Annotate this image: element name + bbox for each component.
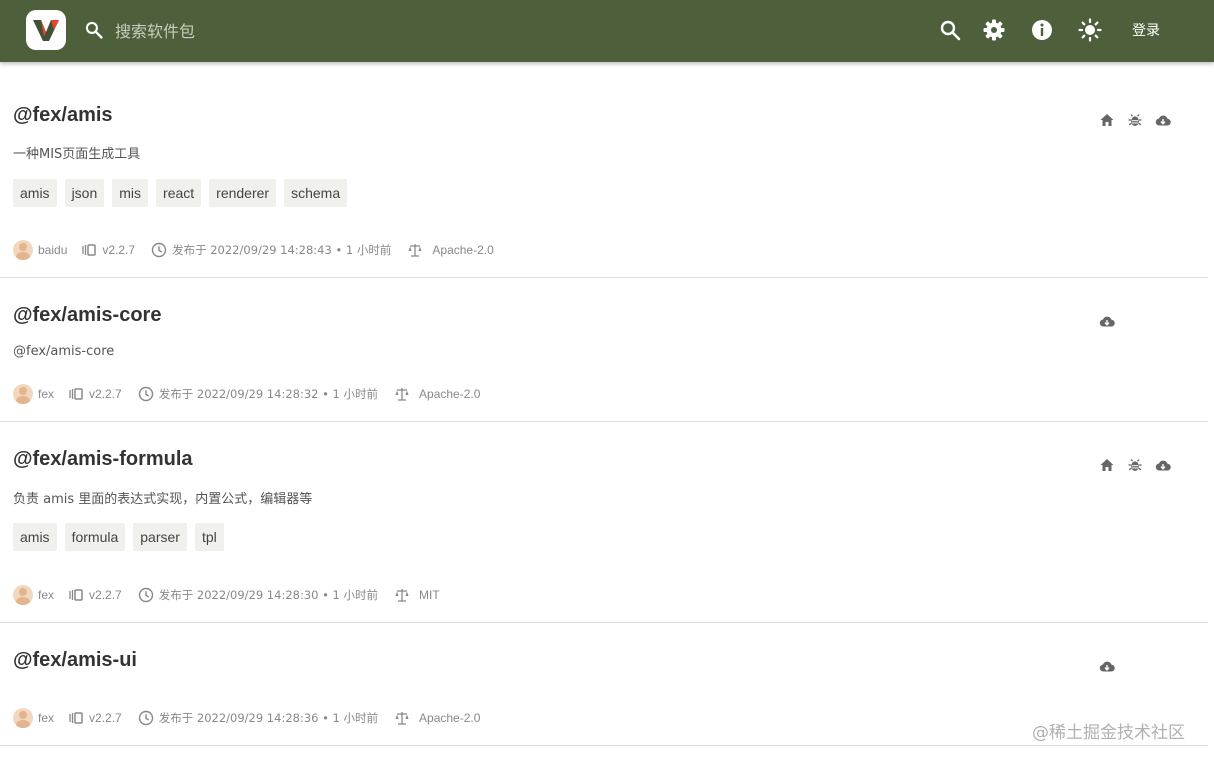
package-license: MIT (419, 588, 440, 602)
settings-gear-icon[interactable] (982, 18, 1006, 42)
clock-icon (138, 710, 153, 726)
cloud-download-icon[interactable] (1155, 112, 1171, 128)
version-icon (69, 589, 83, 601)
author-name[interactable]: baidu (38, 243, 67, 257)
package-description: 一种MIS页面生成工具 (13, 147, 141, 162)
tag-chip[interactable]: schema (284, 179, 348, 207)
verdaccio-logo[interactable] (26, 10, 66, 50)
home-icon[interactable] (1099, 112, 1115, 128)
package-name-link[interactable]: @fex/amis-ui (13, 649, 137, 672)
package-actions (1099, 313, 1115, 329)
avatar (13, 240, 33, 260)
package-list-item: @fex/amis 一种MIS页面生成工具 amis json mis reac… (0, 62, 1208, 278)
author-name[interactable]: fex (38, 588, 54, 602)
login-button[interactable]: 登录 (1120, 17, 1172, 43)
search-icon (85, 21, 103, 39)
package-license: Apache-2.0 (419, 711, 481, 725)
tag-chip[interactable]: renderer (209, 179, 277, 207)
search-icon[interactable] (938, 18, 962, 42)
author-name[interactable]: fex (38, 387, 54, 401)
license-scale-icon (408, 244, 422, 257)
package-actions (1099, 658, 1115, 674)
avatar (13, 384, 33, 404)
version-icon (69, 712, 83, 724)
clock-icon (138, 386, 153, 402)
version-icon (69, 388, 83, 400)
avatar (13, 585, 33, 605)
package-name-link[interactable]: @fex/amis-core (13, 304, 161, 327)
home-icon[interactable] (1099, 457, 1115, 473)
publish-date: 发布于 2022/09/29 14:28:36 • 1 小时前 (158, 711, 379, 725)
tag-chip[interactable]: tpl (194, 523, 224, 551)
tag-chip[interactable]: json (64, 179, 105, 207)
package-version: v2.2.7 (89, 711, 122, 725)
watermark: @稀土掘金技术社区 (1032, 723, 1185, 743)
package-meta: baidu v2.2.7 发布于 2022/09/29 14:28:43 • 1… (13, 240, 494, 260)
package-tags: amis json mis react renderer schema (13, 179, 348, 207)
package-name-link[interactable]: @fex/amis-formula (13, 448, 193, 471)
license-scale-icon (395, 388, 409, 401)
package-list-item: @fex/amis-formula 负责 amis 里面的表达式实现，内置公式，… (0, 422, 1208, 623)
tag-chip[interactable]: amis (13, 179, 57, 207)
author-name[interactable]: fex (38, 711, 54, 725)
cloud-download-icon[interactable] (1099, 313, 1115, 329)
top-app-bar: 登录 (0, 0, 1214, 62)
package-name-link[interactable]: @fex/amis (13, 104, 113, 127)
cloud-download-icon[interactable] (1155, 457, 1171, 473)
license-scale-icon (395, 589, 409, 602)
package-version: v2.2.7 (102, 243, 136, 257)
publish-date: 发布于 2022/09/29 14:28:43 • 1 小时前 (172, 243, 392, 257)
publish-date: 发布于 2022/09/29 14:28:30 • 1 小时前 (158, 588, 379, 602)
cloud-download-icon[interactable] (1099, 658, 1115, 674)
bug-icon[interactable] (1127, 457, 1143, 473)
clock-icon (151, 242, 167, 258)
license-scale-icon (395, 712, 409, 725)
avatar (13, 708, 33, 728)
bug-icon[interactable] (1127, 112, 1143, 128)
clock-icon (138, 587, 153, 603)
theme-sun-icon[interactable] (1078, 18, 1102, 42)
package-description: @fex/amis-core (13, 344, 115, 359)
tag-chip[interactable]: formula (64, 523, 126, 551)
info-icon[interactable] (1030, 18, 1054, 42)
package-version: v2.2.7 (89, 588, 122, 602)
tag-chip[interactable]: mis (112, 179, 149, 207)
version-icon (82, 244, 97, 256)
tag-chip[interactable]: react (156, 179, 202, 207)
package-tags: amis formula parser tpl (13, 523, 224, 551)
package-description: 负责 amis 里面的表达式实现，内置公式，编辑器等 (13, 492, 313, 507)
search-packages-input[interactable] (113, 17, 377, 45)
package-meta: fex v2.2.7 发布于 2022/09/29 14:28:36 • 1 小… (13, 708, 480, 728)
package-license: Apache-2.0 (432, 243, 494, 257)
package-list-item: @fex/amis-ui fex v2.2.7 发布于 2022/09/29 1… (0, 623, 1208, 746)
publish-date: 发布于 2022/09/29 14:28:32 • 1 小时前 (158, 387, 379, 401)
logo-v-icon (33, 20, 59, 41)
tag-chip[interactable]: amis (13, 523, 57, 551)
package-actions (1099, 457, 1171, 473)
package-license: Apache-2.0 (419, 387, 481, 401)
package-actions (1099, 112, 1171, 128)
tag-chip[interactable]: parser (133, 523, 187, 551)
package-list-item: @fex/amis-core @fex/amis-core fex v2.2.7… (0, 278, 1208, 422)
package-meta: fex v2.2.7 发布于 2022/09/29 14:28:32 • 1 小… (13, 384, 480, 404)
package-version: v2.2.7 (89, 387, 122, 401)
package-meta: fex v2.2.7 发布于 2022/09/29 14:28:30 • 1 小… (13, 585, 440, 605)
